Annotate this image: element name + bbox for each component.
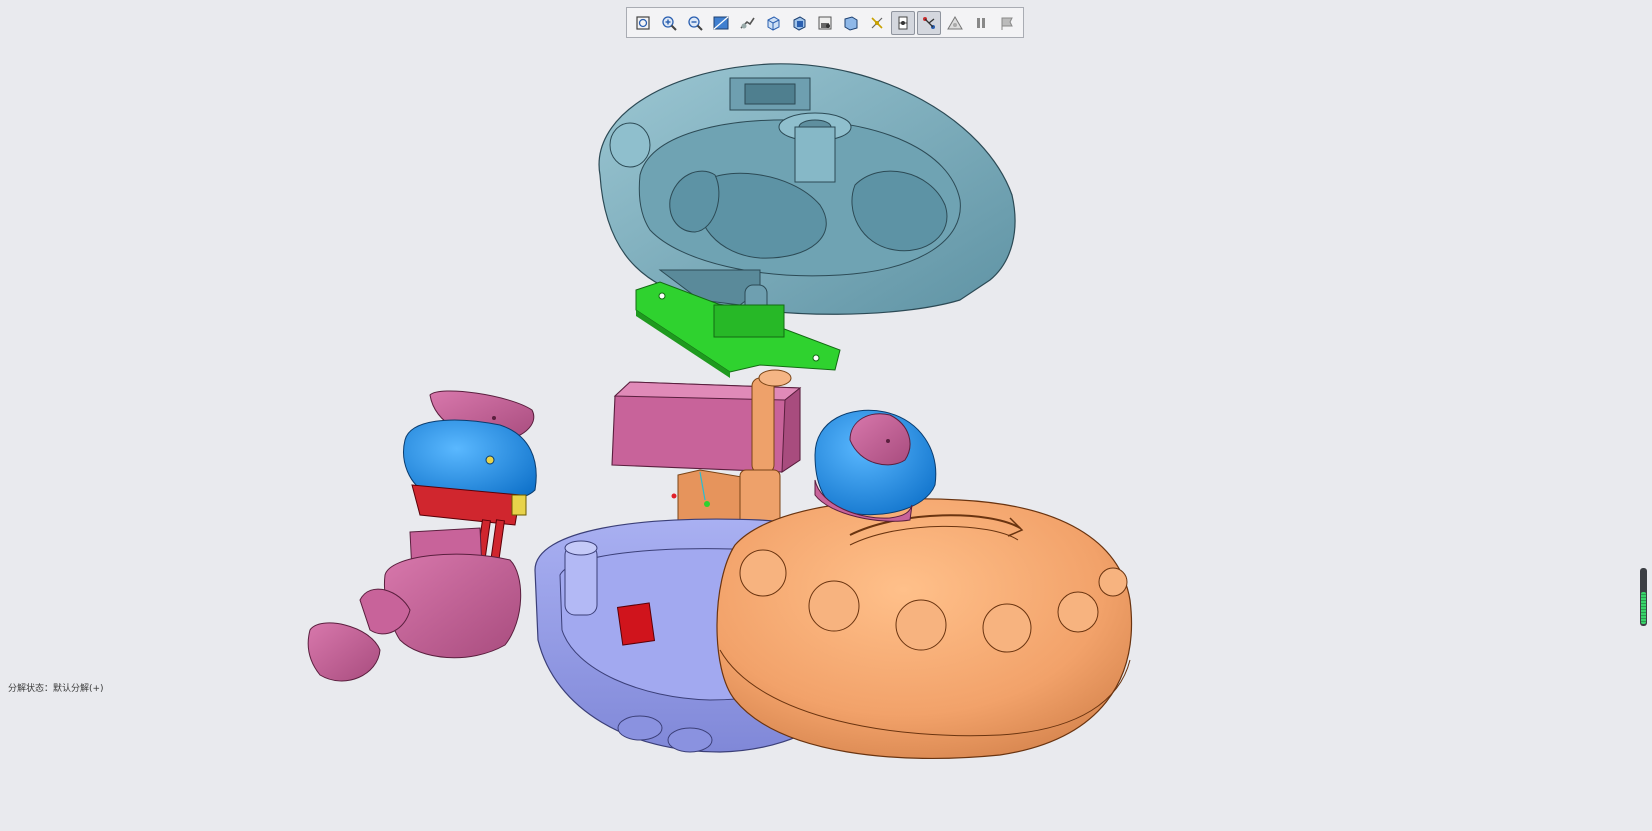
appearance-icon [947, 15, 963, 29]
appearance-button[interactable] [943, 11, 967, 35]
left-cup-assembly[interactable] [307, 390, 537, 682]
spin-center-button[interactable] [891, 10, 915, 35]
flag-icon [1001, 17, 1013, 30]
zoom-out-button[interactable] [683, 11, 707, 35]
section-view-icon [793, 15, 806, 31]
zoom-scroll-indicator[interactable] [1640, 568, 1647, 626]
zoom-fit-button[interactable] [631, 11, 655, 35]
view-manager-button[interactable] [813, 11, 837, 35]
saved-views-button[interactable] [761, 11, 785, 35]
pause-icon [977, 17, 985, 28]
flag-button[interactable] [995, 11, 1019, 35]
annotation-display-button[interactable] [917, 10, 941, 35]
pause-button[interactable] [969, 11, 993, 35]
display-style-button[interactable] [735, 11, 759, 35]
datum-display-icon [871, 16, 883, 29]
spin-center-icon [898, 16, 908, 29]
view-toolbar [626, 7, 1024, 38]
saved-views-icon [767, 15, 780, 31]
zoom-in-button[interactable] [657, 11, 681, 35]
explode-state-label: 分解状态：默认分解(+) [8, 684, 104, 694]
zoom-fit-icon [636, 15, 650, 30]
zoom-scroll-fill [1641, 592, 1646, 624]
orange-outer-ring-part[interactable] [716, 498, 1132, 760]
exploded-assembly-model[interactable] [0, 0, 1652, 831]
view-normal-icon [713, 16, 729, 29]
section-view-button[interactable] [787, 11, 811, 35]
top-shell-part[interactable] [598, 63, 1016, 316]
datum-display-button[interactable] [865, 11, 889, 35]
annotation-display-icon [923, 16, 935, 29]
view-normal-button[interactable] [709, 11, 733, 35]
zoom-in-icon [662, 15, 677, 31]
3d-viewport[interactable]: 分解状态：默认分解(+) [0, 0, 1652, 831]
view-manager-icon [818, 16, 832, 29]
perspective-icon [844, 15, 858, 31]
zoom-out-icon [688, 15, 703, 31]
perspective-button[interactable] [839, 11, 863, 35]
display-style-icon [740, 17, 755, 29]
